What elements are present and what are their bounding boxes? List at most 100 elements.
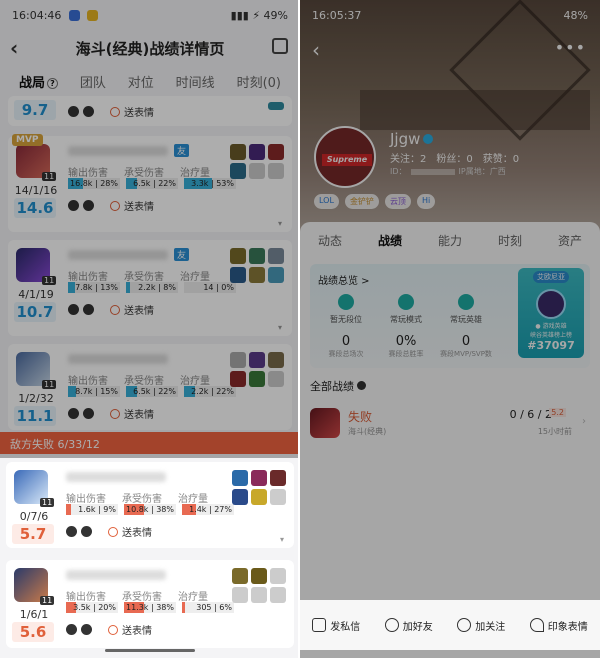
report-icon[interactable] [68, 408, 79, 419]
report-icon[interactable] [68, 304, 79, 315]
following-count[interactable]: 关注：2 [390, 150, 426, 165]
tab-moments[interactable]: 时刻 [498, 232, 522, 249]
stat-labels: 输出伤害 承受伤害 治疗量 [66, 592, 208, 603]
chat-icon[interactable] [83, 200, 94, 211]
fans-count[interactable]: 粉丝：0 [436, 150, 472, 165]
send-emote-button[interactable]: 送表情 [124, 406, 154, 421]
player-card[interactable]: 11 1/2/32 11.1 输出伤害 承受伤害 治疗量 8.7k | 15% 6.… [8, 344, 292, 430]
item-icon [230, 267, 246, 283]
card-actions: 送表情 [68, 198, 154, 213]
chevron-down-icon[interactable]: ▾ [280, 535, 284, 544]
more-icon[interactable]: ••• [555, 38, 586, 57]
report-icon[interactable] [68, 200, 79, 211]
send-emote-button[interactable]: 送表情 [124, 104, 154, 119]
send-emote-button[interactable]: 送表情 [122, 524, 152, 539]
game-tags: LOL 金铲铲 云顶 Hi [314, 194, 436, 209]
follow-button[interactable]: 加关注 [457, 618, 505, 633]
record-kda: 0 / 6 / 2 [509, 408, 552, 421]
chat-icon[interactable] [81, 624, 92, 635]
impression-button[interactable]: 印象表情 [529, 618, 588, 633]
hero-level: 11 [40, 596, 55, 605]
chevron-right-icon: › [582, 416, 586, 427]
tab-battle[interactable]: 战局? [19, 72, 58, 91]
chat-icon[interactable] [83, 408, 94, 419]
tab-assets[interactable]: 资产 [558, 232, 582, 249]
item-icon [249, 371, 265, 387]
send-emote-button[interactable]: 送表情 [124, 198, 154, 213]
emote-icon [108, 526, 118, 537]
profile-sheet: 动态 战绩 能力 时刻 资产 战绩总览 > 暂无段位 常玩模式 常玩英雄 0 赛段… [300, 222, 600, 658]
player-card[interactable]: 11 1/6/1 5.6 输出伤害 承受伤害 治疗量 3.5k | 20% 11.3… [6, 560, 294, 648]
server-label: 艾欧尼亚 [533, 271, 569, 283]
add-friend-button[interactable]: 加好友 [384, 618, 433, 633]
message-button[interactable]: 发私信 [312, 618, 360, 633]
id-blurred [410, 168, 455, 175]
tag-cloud[interactable]: 云顶 [384, 194, 411, 209]
chat-icon[interactable] [81, 526, 92, 537]
plus-icon [457, 618, 472, 632]
back-arrow-icon[interactable]: ‹ [312, 38, 320, 62]
tab-feed[interactable]: 动态 [318, 232, 342, 249]
item-icon [232, 568, 248, 584]
tab-records[interactable]: 战绩 [378, 232, 402, 249]
item-icon [251, 489, 267, 505]
send-emote-button[interactable]: 送表情 [124, 302, 154, 317]
report-icon[interactable] [66, 526, 77, 537]
back-arrow-icon[interactable]: ‹ [10, 36, 18, 60]
item-icon [251, 568, 267, 584]
player-kda: 0/7/6 [19, 510, 49, 523]
all-records-dropdown[interactable]: 全部战绩 [310, 378, 366, 394]
player-score: 10.7 [14, 302, 56, 322]
player-score: 9.7 [14, 100, 56, 120]
item-icon [230, 248, 246, 264]
report-icon[interactable] [68, 106, 79, 117]
player-card[interactable]: 11 4/1/19 10.7 友 输出伤害 承受伤害 治疗量 7.8k | 13% … [8, 240, 292, 336]
send-emote-button[interactable]: 送表情 [122, 622, 152, 637]
chevron-down-icon[interactable]: ▾ [278, 323, 282, 332]
mode-icon [398, 294, 414, 310]
item-grid [230, 352, 284, 387]
tag-lol[interactable]: LOL [314, 194, 339, 209]
tab-matchup[interactable]: 对位 [128, 72, 154, 91]
player-name-blurred [68, 250, 168, 260]
item-icon [249, 248, 265, 264]
summary-title[interactable]: 战绩总览 > [318, 272, 370, 287]
tab-team[interactable]: 团队 [80, 72, 106, 91]
player-card[interactable]: MVP 11 14/1/16 14.6 友 输出伤害 承受伤害 治疗量 16.8k … [8, 134, 292, 232]
record-row[interactable]: 失败 海斗(经典) 0 / 6 / 2 5.2 15小时前 › [310, 406, 590, 440]
report-icon[interactable] [66, 624, 77, 635]
item-grid [232, 470, 286, 505]
hero-icon [458, 294, 474, 310]
chevron-down-icon [357, 381, 366, 390]
tab-moments[interactable]: 时刻(0) [237, 72, 281, 91]
hero-level: 11 [42, 276, 57, 285]
empty-item-icon [270, 587, 286, 603]
item-icon [268, 267, 284, 283]
server-badge[interactable]: 艾欧尼亚 ● 游戏英雄 峡谷英雄榜上榜 #37097 [518, 268, 584, 358]
card-actions: 送表情 [68, 104, 154, 119]
stat-bars: 1.6k | 9% 10.8k | 38% 1.4k | 27% [66, 504, 234, 515]
records-summary-card[interactable]: 战绩总览 > 暂无段位 常玩模式 常玩英雄 0 赛段总场次 0% 赛段总胜率 0 赛段… [310, 264, 590, 368]
player-card[interactable]: 11 0/7/6 5.7 输出伤害 承受伤害 治疗量 1.6k | 9% 10.8k… [6, 462, 294, 548]
tag-hi[interactable]: Hi [416, 194, 436, 209]
empty-item-icon [249, 163, 265, 179]
player-kda: 14/1/16 [14, 184, 58, 197]
chat-icon[interactable] [83, 304, 94, 315]
player-score: 5.7 [12, 524, 54, 544]
taken-bar: 10.8k | 38% [124, 504, 176, 515]
profile-panel: 16:05:37 48% ‹ ••• Supreme Jjgw 关注：2 粉丝：… [300, 0, 600, 658]
tab-ability[interactable]: 能力 [438, 232, 462, 249]
tag-tft[interactable]: 金铲铲 [344, 194, 379, 209]
rank-icon [338, 294, 354, 310]
player-kda: 1/6/1 [19, 608, 49, 621]
help-icon[interactable]: ? [46, 77, 58, 89]
heal-bar: 1.4k | 27% [182, 504, 234, 515]
tab-timeline[interactable]: 时间线 [176, 72, 215, 91]
item-icon [270, 470, 286, 486]
chevron-down-icon[interactable]: ▾ [278, 219, 282, 228]
profile-tabs: 动态 战绩 能力 时刻 资产 [300, 232, 600, 249]
item-icon [251, 470, 267, 486]
avatar[interactable]: Supreme [314, 126, 376, 188]
chat-icon[interactable] [83, 106, 94, 117]
share-icon[interactable] [272, 38, 288, 54]
